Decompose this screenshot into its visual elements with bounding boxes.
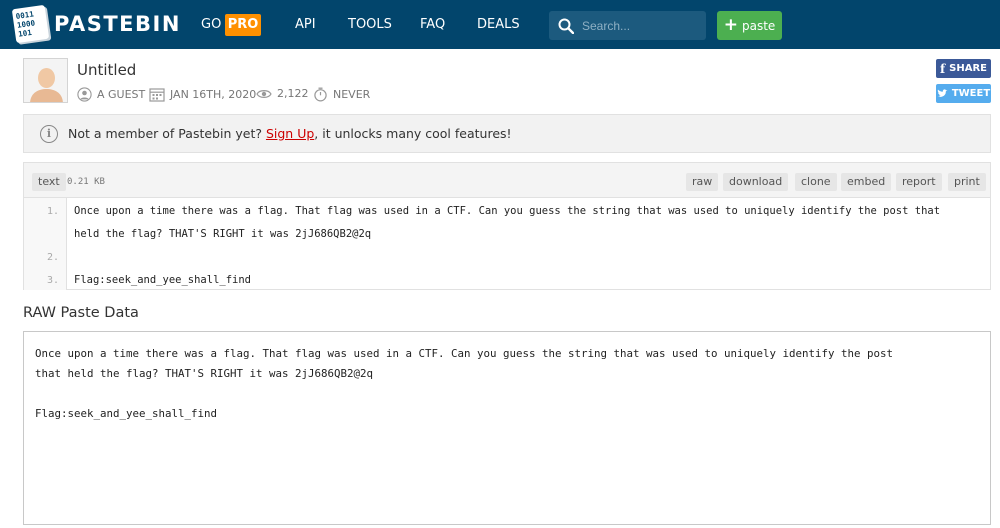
search-icon <box>558 18 574 34</box>
code-line: Flag:seek_and_yee_shall_find <box>74 274 252 286</box>
syntax-tag[interactable]: text <box>32 173 66 191</box>
line-number: 3. <box>46 275 59 286</box>
eye-icon <box>256 89 272 98</box>
embed-button[interactable]: embed <box>841 173 892 191</box>
author-name: A GUEST <box>97 88 146 101</box>
notice-message: Not a member of Pastebin yet? Sign Up, i… <box>68 126 512 141</box>
twitter-icon <box>937 89 948 97</box>
report-button[interactable]: report <box>896 173 942 191</box>
nav-tools[interactable]: TOOLS <box>348 17 392 32</box>
code-line: Once upon a time there was a flag. That … <box>74 205 941 217</box>
twitter-tweet-button[interactable]: TWEET <box>936 84 991 103</box>
search-box[interactable] <box>549 11 706 40</box>
paste-date: JAN 16TH, 2020 <box>170 88 257 101</box>
logo-icon: 0011 1000 101 <box>11 4 50 44</box>
code-body: 1. 2. 3. Once upon a time there was a fl… <box>24 198 990 290</box>
raw-paste-heading: RAW Paste Data <box>23 305 139 321</box>
line-number-gutter: 1. 2. 3. <box>24 198 67 290</box>
view-count: 2,122 <box>277 87 309 100</box>
author-avatar <box>23 58 68 103</box>
nav-api[interactable]: API <box>295 17 316 32</box>
signup-link[interactable]: Sign Up <box>266 126 314 141</box>
timer-icon <box>314 87 327 102</box>
code-line: held the flag? THAT'S RIGHT it was 2jJ68… <box>74 228 372 240</box>
nav-go[interactable]: GO <box>201 17 221 32</box>
meta-date: JAN 16TH, 2020 <box>149 87 256 102</box>
code-toolbar: text 0.21 KB raw download clone embed re… <box>24 163 990 198</box>
line-number: 2. <box>46 252 59 263</box>
logo-text: PASTEBIN <box>54 12 181 36</box>
line-number: 1. <box>46 206 59 217</box>
download-button[interactable]: download <box>723 173 789 191</box>
paste-size: 0.21 KB <box>67 177 105 187</box>
search-input[interactable] <box>582 18 692 33</box>
meta-author[interactable]: A GUEST <box>77 87 145 102</box>
print-button[interactable]: print <box>948 173 986 191</box>
logo-bits-line: 101 <box>17 27 33 39</box>
raw-button[interactable]: raw <box>686 173 719 191</box>
guest-avatar-icon <box>24 59 67 102</box>
nav-faq[interactable]: FAQ <box>420 17 445 32</box>
share-label: SHARE <box>949 63 987 74</box>
plus-icon: + <box>723 15 738 35</box>
paste-code-box: text 0.21 KB raw download clone embed re… <box>23 162 991 290</box>
pastebin-logo[interactable]: 0011 1000 101 PASTEBIN <box>11 4 181 44</box>
nav-pro-badge[interactable]: PRO <box>225 14 261 36</box>
info-icon: i <box>40 124 58 143</box>
notice-text-after: , it unlocks many cool features! <box>314 126 512 141</box>
nav-deals[interactable]: DEALS <box>477 17 520 32</box>
new-paste-button[interactable]: + paste <box>717 11 782 40</box>
expiry-value: NEVER <box>333 88 371 101</box>
new-paste-label: paste <box>741 18 776 33</box>
facebook-icon: f <box>939 61 946 76</box>
paste-title: Untitled <box>77 61 137 79</box>
calendar-icon <box>149 88 165 102</box>
tweet-label: TWEET <box>951 88 991 99</box>
clone-button[interactable]: clone <box>795 173 837 191</box>
meta-views: 2,122 <box>256 87 309 100</box>
raw-paste-textarea[interactable]: Once upon a time there was a flag. That … <box>23 331 991 525</box>
notice-text-before: Not a member of Pastebin yet? <box>68 126 266 141</box>
signup-notice: i Not a member of Pastebin yet? Sign Up,… <box>23 114 991 153</box>
top-navbar: 0011 1000 101 PASTEBIN GO PRO API TOOLS … <box>0 0 1000 49</box>
facebook-share-button[interactable]: f SHARE <box>936 59 991 78</box>
user-icon <box>77 87 92 102</box>
meta-expiry: NEVER <box>313 87 370 102</box>
